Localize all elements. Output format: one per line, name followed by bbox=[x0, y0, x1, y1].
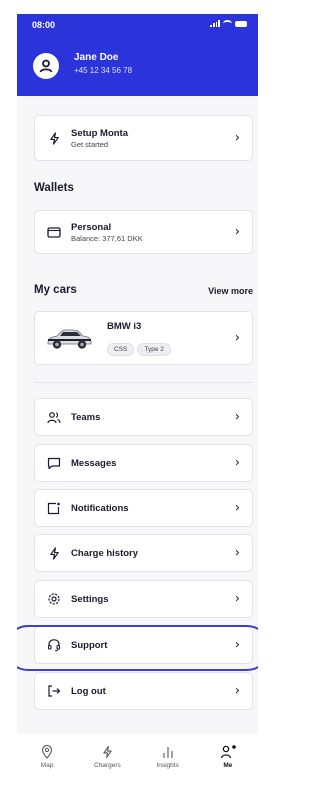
menu-item-messages[interactable]: Messages › bbox=[34, 444, 253, 482]
tab-label: Chargers bbox=[94, 762, 121, 769]
bar-chart-icon bbox=[162, 744, 174, 760]
wifi-icon bbox=[223, 20, 232, 27]
gear-icon bbox=[47, 592, 61, 606]
lightning-icon bbox=[47, 546, 61, 560]
lightning-icon bbox=[47, 131, 61, 145]
map-pin-icon bbox=[41, 744, 53, 760]
lightning-icon bbox=[101, 744, 114, 760]
status-icons bbox=[210, 20, 247, 27]
setup-monta-card[interactable]: Setup Monta Get started › bbox=[34, 115, 253, 161]
tab-map[interactable]: Map bbox=[22, 744, 72, 787]
menu-item-label: Log out bbox=[71, 685, 106, 697]
tab-me[interactable]: Me bbox=[203, 744, 253, 787]
people-icon bbox=[47, 410, 61, 424]
menu-item-logout[interactable]: Log out › bbox=[34, 672, 253, 710]
status-time: 08:00 bbox=[32, 20, 56, 30]
cars-heading: My cars bbox=[34, 284, 77, 296]
chevron-right-icon: › bbox=[234, 455, 240, 471]
menu-item-settings[interactable]: Settings › bbox=[34, 580, 253, 618]
tab-label: Insights bbox=[156, 762, 179, 769]
phone-screen: 08:00 Jane Doe +45 12 34 56 78 Setup Mon… bbox=[17, 14, 258, 787]
logout-icon bbox=[47, 684, 61, 698]
menu-item-notifications[interactable]: Notifications › bbox=[34, 489, 253, 527]
chevron-right-icon: › bbox=[234, 500, 240, 516]
avatar[interactable] bbox=[33, 53, 59, 79]
chevron-right-icon: › bbox=[234, 591, 240, 607]
profile-phone: +45 12 34 56 78 bbox=[74, 66, 133, 75]
menu-item-label: Teams bbox=[71, 411, 101, 423]
tab-chargers[interactable]: Chargers bbox=[82, 744, 132, 787]
menu-item-teams[interactable]: Teams › bbox=[34, 398, 253, 436]
chevron-right-icon: › bbox=[234, 545, 240, 561]
message-icon bbox=[47, 456, 61, 470]
wallet-card[interactable]: Personal Balance: 377,61 DKK › bbox=[34, 210, 253, 254]
wallets-heading: Wallets bbox=[34, 182, 74, 194]
tab-label: Map bbox=[40, 762, 54, 769]
wallet-icon bbox=[47, 225, 61, 239]
chevron-right-icon: › bbox=[234, 224, 240, 240]
menu-item-label: Notifications bbox=[71, 502, 129, 514]
profile-icon bbox=[220, 744, 236, 760]
menu-item-charge-history[interactable]: Charge history › bbox=[34, 534, 253, 572]
setup-subtitle: Get started bbox=[71, 139, 109, 149]
setup-title: Setup Monta bbox=[71, 127, 128, 139]
tab-bar: Map Chargers Insights Me bbox=[17, 734, 258, 787]
chevron-right-icon: › bbox=[234, 409, 240, 425]
menu-item-label: Settings bbox=[71, 593, 109, 605]
view-more-link[interactable]: View more bbox=[208, 286, 253, 296]
signal-icon bbox=[210, 20, 220, 27]
car-name: BMW i3 bbox=[107, 320, 142, 332]
tab-label: Me bbox=[223, 762, 233, 769]
chevron-right-icon: › bbox=[234, 683, 240, 699]
chevron-right-icon: › bbox=[234, 130, 240, 146]
car-tag: Type 2 bbox=[137, 342, 171, 356]
profile-header: 08:00 Jane Doe +45 12 34 56 78 bbox=[17, 14, 258, 96]
wallet-title: Personal bbox=[71, 221, 112, 233]
menu-item-label: Messages bbox=[71, 457, 117, 469]
chevron-right-icon: › bbox=[234, 330, 240, 346]
car-image bbox=[45, 325, 93, 351]
wallet-balance: Balance: 377,61 DKK bbox=[71, 233, 143, 243]
car-card[interactable]: BMW i3 CSS Type 2 › bbox=[34, 311, 253, 365]
notification-icon bbox=[47, 501, 61, 515]
divider bbox=[34, 382, 253, 383]
profile-icon bbox=[39, 59, 53, 73]
tab-insights[interactable]: Insights bbox=[143, 744, 193, 787]
profile-name: Jane Doe bbox=[74, 52, 119, 63]
support-highlight-ring bbox=[17, 625, 258, 671]
menu-item-label: Charge history bbox=[71, 547, 139, 559]
car-tag: CSS bbox=[107, 342, 135, 356]
battery-icon bbox=[235, 20, 247, 27]
